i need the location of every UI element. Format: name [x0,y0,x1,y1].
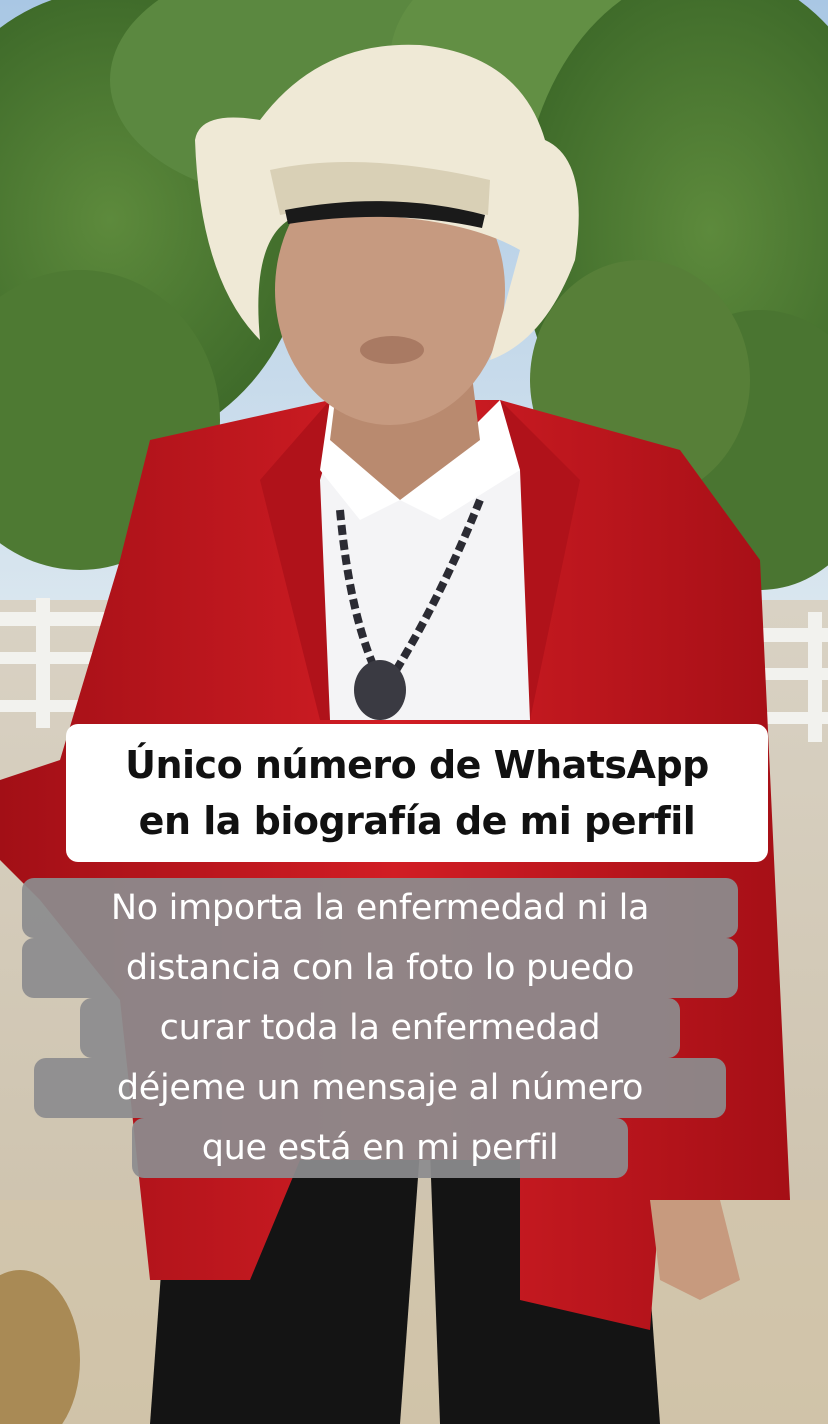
message-line-3: curar toda la enfermedad [80,998,680,1058]
caption-line-2: en la biografía de mi perfil [138,799,696,843]
whatsapp-caption: Único número de WhatsApp en la biografía… [66,724,768,862]
message-line-1: No importa la enfermedad ni la [22,878,738,938]
video-frame [0,0,828,1424]
message-line-5: que está en mi perfil [132,1118,628,1178]
message-line-2: distancia con la foto lo puedo [22,938,738,998]
caption-line-1: Único número de WhatsApp [125,743,709,787]
message-line-4: déjeme un mensaje al número [34,1058,726,1118]
message-caption: No importa la enfermedad ni la distancia… [0,874,828,1184]
